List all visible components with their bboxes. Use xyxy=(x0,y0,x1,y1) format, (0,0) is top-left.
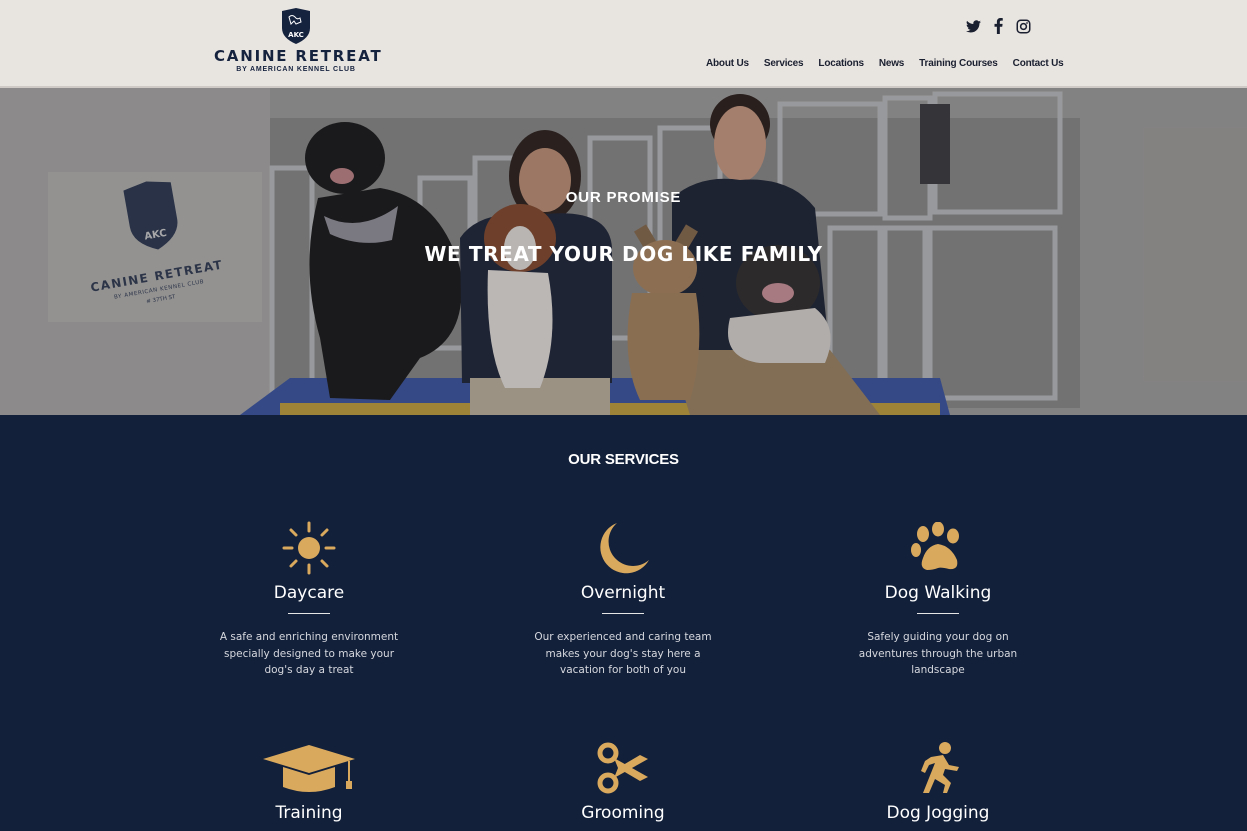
nav-locations[interactable]: Locations xyxy=(818,58,864,69)
runner-icon xyxy=(888,739,988,797)
brand-subtitle: BY AMERICAN KENNEL CLUB xyxy=(236,66,356,73)
nav-services[interactable]: Services xyxy=(764,58,804,69)
service-grooming[interactable]: Grooming xyxy=(523,739,723,823)
service-description: Our experienced and caring team makes yo… xyxy=(534,631,712,676)
sun-icon xyxy=(259,519,359,577)
nav-training-courses[interactable]: Training Courses xyxy=(919,58,998,69)
site-header: AKC CANINE RETREAT BY AMERICAN KENNEL CL… xyxy=(0,0,1247,88)
service-daycare[interactable]: Daycare A safe and enriching environment… xyxy=(209,519,409,679)
instagram-icon[interactable] xyxy=(1015,17,1031,35)
service-name: Training xyxy=(275,803,343,823)
main-nav: About Us Services Locations News Trainin… xyxy=(706,58,1064,69)
services-section: OUR SERVICES Daycare A safe and enrichin… xyxy=(0,415,1247,831)
service-name: Grooming xyxy=(581,803,665,823)
service-name: Dog Jogging xyxy=(886,803,990,823)
services-title: OUR SERVICES xyxy=(568,451,679,468)
service-divider xyxy=(288,613,330,614)
service-name: Dog Walking xyxy=(884,583,992,603)
service-divider xyxy=(602,613,644,614)
nav-about-us[interactable]: About Us xyxy=(706,58,749,69)
hero-headline: WE TREAT YOUR DOG LIKE FAMILY xyxy=(424,242,823,266)
service-description: Safely guiding your dog on adventures th… xyxy=(858,631,1018,676)
akc-shield-icon: AKC xyxy=(282,8,310,44)
service-dog-walking[interactable]: Dog Walking Safely guiding your dog on a… xyxy=(838,519,1038,679)
service-name: Overnight xyxy=(580,583,666,603)
service-divider xyxy=(917,613,959,614)
service-description: A safe and enriching environment special… xyxy=(219,631,399,676)
hero-banner: AKC CANINE RETREAT BY AMERICAN KENNEL CL… xyxy=(0,88,1247,415)
social-links xyxy=(965,17,1031,35)
facebook-icon[interactable] xyxy=(990,17,1006,35)
site-logo[interactable]: AKC CANINE RETREAT BY AMERICAN KENNEL CL… xyxy=(214,8,383,80)
svg-text:AKC: AKC xyxy=(288,31,304,39)
twitter-icon[interactable] xyxy=(965,17,981,35)
service-dog-jogging[interactable]: Dog Jogging xyxy=(838,739,1038,823)
paw-icon xyxy=(888,519,988,577)
nav-contact-us[interactable]: Contact Us xyxy=(1013,58,1064,69)
brand-name: CANINE RETREAT xyxy=(214,47,383,65)
service-name: Daycare xyxy=(273,583,345,603)
scissors-icon xyxy=(573,739,673,797)
graduation-cap-icon xyxy=(259,739,359,797)
nav-news[interactable]: News xyxy=(879,58,905,69)
service-training[interactable]: Training xyxy=(209,739,409,823)
service-overnight[interactable]: Overnight Our experienced and caring tea… xyxy=(523,519,723,679)
hero-eyebrow: OUR PROMISE xyxy=(565,189,682,206)
moon-icon xyxy=(573,519,673,577)
